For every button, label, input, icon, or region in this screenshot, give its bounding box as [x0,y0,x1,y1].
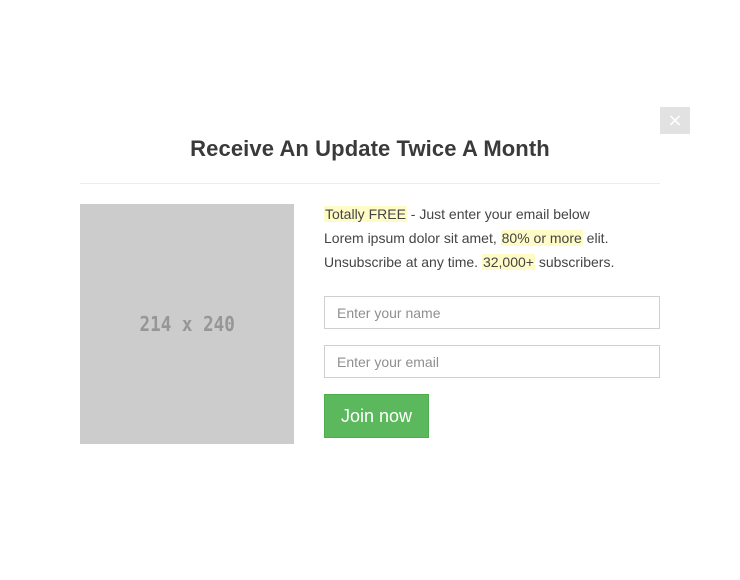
join-now-button[interactable]: Join now [324,394,429,438]
name-input[interactable] [324,296,660,329]
placeholder-image: 214 x 240 [80,204,294,444]
description-line-1: Totally FREE - Just enter your email bel… [324,202,664,226]
description-text: subscribers. [534,254,615,270]
description-text: - Just enter your email below [406,206,590,222]
description-text: Lorem ipsum dolor sit amet, [324,230,501,246]
highlight-subscribers: 32,000+ [481,254,535,270]
close-icon: × [667,110,683,131]
description-text: Unsubscribe at any time. [324,254,482,270]
modal-description: Totally FREE - Just enter your email bel… [324,202,664,274]
page: × Receive An Update Twice A Month 214 x … [0,0,740,580]
highlight-percent: 80% or more [500,230,583,246]
description-line-3: Unsubscribe at any time. 32,000+ subscri… [324,250,664,274]
placeholder-image-label: 214 x 240 [139,312,235,336]
description-text: elit. [582,230,609,246]
modal-title: Receive An Update Twice A Month [190,136,550,161]
description-line-2: Lorem ipsum dolor sit amet, 80% or more … [324,226,664,250]
close-button[interactable]: × [660,107,690,134]
highlight-free: Totally FREE [324,206,407,222]
email-input[interactable] [324,345,660,378]
divider [80,183,660,184]
